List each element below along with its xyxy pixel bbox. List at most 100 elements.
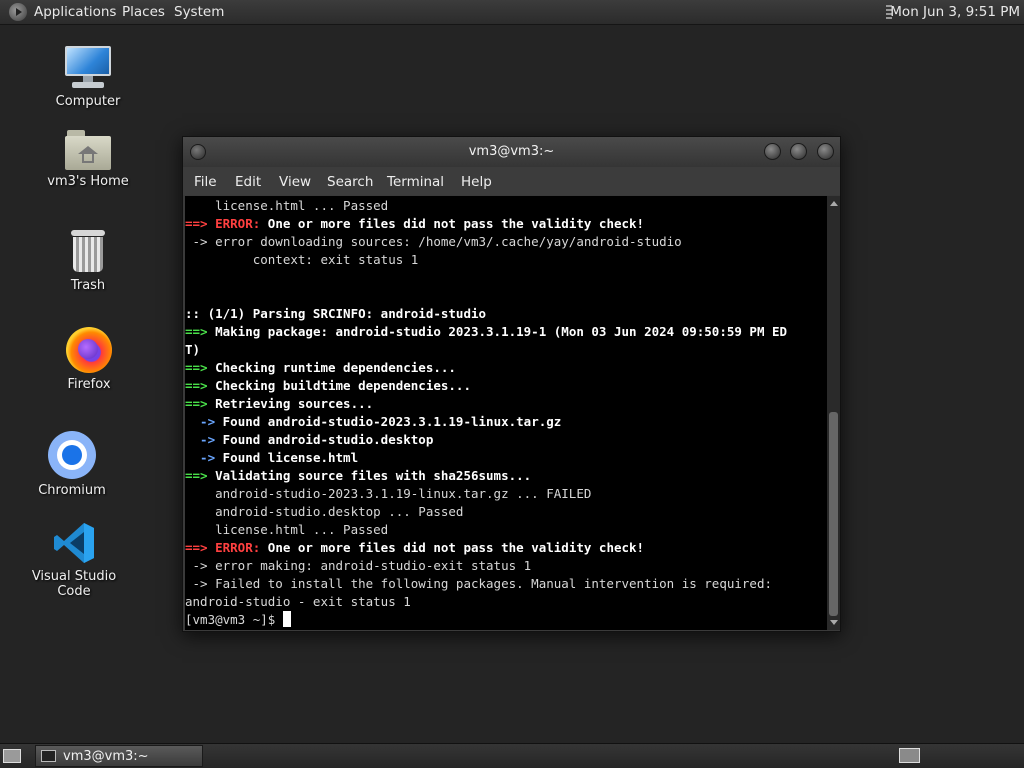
title-bar[interactable]: vm3@vm3:~ <box>183 137 840 167</box>
scroll-up-arrow-icon[interactable] <box>830 201 838 206</box>
terminal-text: T) <box>185 342 201 357</box>
terminal-line: -> error making: android-studio-exit sta… <box>185 557 827 575</box>
terminal-line: -> Failed to install the following packa… <box>185 575 827 593</box>
terminal-text: context: exit status 1 <box>185 252 419 267</box>
terminal-line: ==> ERROR: One or more files did not pas… <box>185 539 827 557</box>
terminal-text: license.html ... Passed <box>185 198 389 213</box>
terminal-text: ERROR: <box>215 216 261 231</box>
computer-icon <box>64 46 112 90</box>
menu-help[interactable]: Help <box>461 174 492 190</box>
home-folder-icon <box>65 130 111 170</box>
menu-view[interactable]: View <box>279 174 311 190</box>
applications-logo-icon[interactable] <box>9 3 27 21</box>
desktop-icon-firefox[interactable]: Firefox <box>29 327 149 392</box>
terminal-text: :: (1/1) Parsing SRCINFO: android-studio <box>185 306 487 321</box>
scroll-down-arrow-icon[interactable] <box>830 620 838 625</box>
terminal-text: Checking buildtime dependencies... <box>215 378 471 393</box>
terminal-line: ==> Checking runtime dependencies... <box>185 359 827 377</box>
terminal-prompt: [vm3@vm3 ~]$ <box>185 612 283 627</box>
bottom-panel: vm3@vm3:~ <box>0 743 1024 768</box>
desktop-icon-label: vm3's Home <box>47 174 129 189</box>
terminal-line: ==> Making package: android-studio 2023.… <box>185 323 827 341</box>
terminal-text: android-studio.desktop ... Passed <box>185 504 464 519</box>
menu-bar: File Edit View Search Terminal Help <box>183 167 840 195</box>
terminal-text: -> Failed to install the following packa… <box>185 576 772 591</box>
terminal-line: -> Found license.html <box>185 449 827 467</box>
terminal-line: license.html ... Passed <box>185 197 827 215</box>
terminal-line: T) <box>185 341 827 359</box>
terminal-text: license.html ... Passed <box>185 522 389 537</box>
desktop-icon-label: Visual Studio Code <box>31 569 117 599</box>
minimize-button[interactable] <box>764 143 781 160</box>
terminal-text: ==> <box>185 396 216 411</box>
terminal-text: -> <box>185 432 223 447</box>
terminal-line: ==> ERROR: One or more files did not pas… <box>185 215 827 233</box>
terminal-line: ==> Retrieving sources... <box>185 395 827 413</box>
menu-terminal[interactable]: Terminal <box>387 174 444 190</box>
terminal-text: ==> <box>185 216 216 231</box>
menu-places[interactable]: Places <box>122 4 165 20</box>
workspace-switcher[interactable] <box>899 748 920 763</box>
terminal-line: android-studio.desktop ... Passed <box>185 503 827 521</box>
terminal-text: Found android-studio-2023.3.1.19-linux.t… <box>222 414 562 429</box>
terminal-icon <box>41 750 56 762</box>
terminal-text: android-studio - exit status 1 <box>185 594 411 609</box>
terminal-text: ==> <box>185 468 216 483</box>
terminal-text: Retrieving sources... <box>215 396 374 411</box>
terminal-text: One or more files did not pass the valid… <box>260 540 645 555</box>
vscode-icon <box>52 521 96 565</box>
desktop-icon-label: Chromium <box>38 483 106 498</box>
maximize-button[interactable] <box>790 143 807 160</box>
terminal-line: ==> Validating source files with sha256s… <box>185 467 827 485</box>
desktop-icon-home[interactable]: vm3's Home <box>28 130 148 189</box>
clock[interactable]: Mon Jun 3, 9:51 PM <box>890 4 1020 20</box>
terminal-line: license.html ... Passed <box>185 521 827 539</box>
scrollbar-thumb[interactable] <box>829 412 838 616</box>
menu-search[interactable]: Search <box>327 174 373 190</box>
chromium-icon <box>48 431 96 479</box>
terminal-line: android-studio-2023.3.1.19-linux.tar.gz … <box>185 485 827 503</box>
terminal-line: context: exit status 1 <box>185 251 827 269</box>
taskbar-window-button[interactable]: vm3@vm3:~ <box>35 745 203 767</box>
trash-icon <box>70 230 106 274</box>
terminal-line: -> Found android-studio.desktop <box>185 431 827 449</box>
terminal-output[interactable]: license.html ... Passed ==> ERROR: One or… <box>185 196 827 630</box>
terminal-text: android-studio-2023.3.1.19-linux.tar.gz … <box>185 486 592 501</box>
window-title: vm3@vm3:~ <box>468 144 555 159</box>
desktop-icon-computer[interactable]: Computer <box>28 46 148 109</box>
terminal-text: ==> <box>185 378 216 393</box>
terminal-text: Validating source files with sha256sums.… <box>215 468 532 483</box>
desktop-icon-label: Firefox <box>67 377 111 392</box>
terminal-line: android-studio - exit status 1 <box>185 593 827 611</box>
terminal-line: ==> Checking buildtime dependencies... <box>185 377 827 395</box>
desktop-icon-vscode[interactable]: Visual Studio Code <box>14 521 134 599</box>
terminal-text: Making package: android-studio 2023.3.1.… <box>215 324 788 339</box>
desktop-icon-chromium[interactable]: Chromium <box>12 431 132 498</box>
close-button[interactable] <box>817 143 834 160</box>
top-panel: Applications Places System Mon Jun 3, 9:… <box>0 0 1024 25</box>
menu-file[interactable]: File <box>194 174 217 190</box>
terminal-scrollbar[interactable] <box>827 196 840 630</box>
menu-edit[interactable]: Edit <box>235 174 261 190</box>
terminal-line: -> Found android-studio-2023.3.1.19-linu… <box>185 413 827 431</box>
terminal-text: ==> <box>185 324 216 339</box>
terminal-text: Found android-studio.desktop <box>222 432 434 447</box>
terminal-text: -> error downloading sources: /home/vm3/… <box>185 234 682 249</box>
terminal-text: -> error making: android-studio-exit sta… <box>185 558 532 573</box>
terminal-text: ERROR: <box>215 540 261 555</box>
terminal-text: Found license.html <box>222 450 359 465</box>
terminal-text: ==> <box>185 540 216 555</box>
terminal-line: :: (1/1) Parsing SRCINFO: android-studio <box>185 305 827 323</box>
menu-applications[interactable]: Applications <box>34 4 116 20</box>
terminal-line: -> error downloading sources: /home/vm3/… <box>185 233 827 251</box>
terminal-window[interactable]: vm3@vm3:~ File Edit View Search Terminal… <box>182 136 841 632</box>
menu-system[interactable]: System <box>174 4 224 20</box>
desktop-icon-trash[interactable]: Trash <box>28 230 148 293</box>
taskbar-window-label: vm3@vm3:~ <box>63 749 149 764</box>
terminal-text: Checking runtime dependencies... <box>215 360 456 375</box>
terminal-text: -> <box>185 450 223 465</box>
terminal-prompt-line[interactable]: [vm3@vm3 ~]$ <box>185 611 827 629</box>
show-desktop-icon[interactable] <box>3 749 21 763</box>
